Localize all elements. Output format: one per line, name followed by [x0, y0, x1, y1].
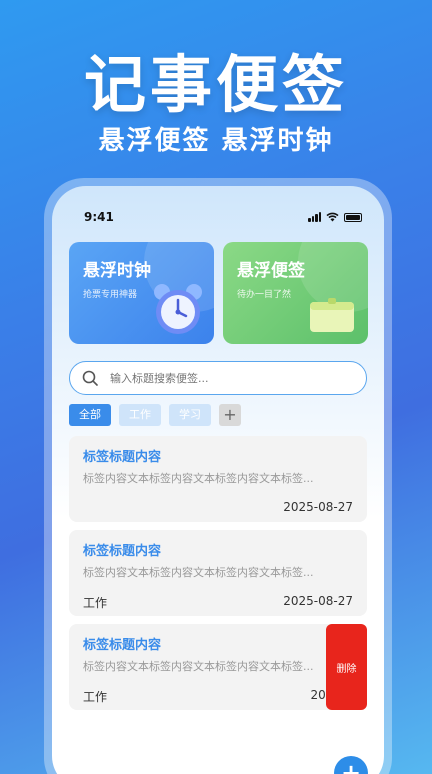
search-bar[interactable] — [69, 361, 367, 395]
floating-clock-card[interactable]: 悬浮时钟 抢票专用神器 — [69, 242, 214, 344]
note-tag: 工作 — [83, 690, 108, 704]
tab-all[interactable]: 全部 — [69, 404, 111, 426]
note-date: 2025-08-27 — [283, 594, 353, 608]
search-icon — [82, 370, 98, 386]
tab-work[interactable]: 工作 — [119, 404, 161, 426]
note-card[interactable]: 标签标题内容 标签内容文本标签内容文本标签内容文本标签... 2025-08-2… — [69, 436, 367, 522]
note-content: 标签内容文本标签内容文本标签内容文本标签... — [83, 660, 314, 673]
note-title: 标签标题内容 — [83, 544, 162, 559]
phone-frame: 9:41 悬浮时钟 抢票专用神器 悬浮便签 待办一目了然 输入标题搜索便签...… — [44, 178, 392, 774]
note-tag: 工作 — [83, 596, 108, 610]
search-input[interactable] — [110, 371, 350, 385]
status-icons — [308, 212, 362, 222]
tab-study[interactable]: 学习 — [169, 404, 211, 426]
sticky-note-icon — [310, 298, 354, 332]
status-bar: 9:41 — [84, 208, 362, 226]
hero-subtitle: 悬浮便签 悬浮时钟 — [98, 126, 334, 156]
add-tag-button[interactable]: + — [219, 404, 241, 426]
tag-tabs: 全部 工作 学习 + — [69, 404, 241, 426]
hero-title: 记事便签 — [83, 48, 348, 121]
status-time: 9:41 — [84, 210, 114, 224]
note-title: 标签标题内容 — [83, 450, 162, 465]
floating-note-card[interactable]: 悬浮便签 待办一目了然 — [223, 242, 368, 344]
note-date: 2025-08-27 — [283, 500, 353, 514]
battery-icon — [344, 212, 362, 222]
note-content: 标签内容文本标签内容文本标签内容文本标签... — [83, 472, 314, 485]
add-note-button[interactable]: + — [334, 756, 368, 774]
wifi-icon — [326, 212, 339, 222]
note-title: 标签标题内容 — [83, 638, 162, 653]
note-card[interactable]: 标签标题内容 标签内容文本标签内容文本标签内容文本标签... 工作 2025-0… — [69, 530, 367, 616]
delete-button[interactable]: 删除 — [326, 624, 367, 710]
note-card[interactable]: 标签标题内容 标签内容文本标签内容文本标签内容文本标签... 工作 2025-0 — [69, 624, 367, 710]
card-title: 悬浮便签 — [237, 261, 305, 281]
card-title: 悬浮时钟 — [83, 261, 151, 281]
app-screen: 9:41 悬浮时钟 抢票专用神器 悬浮便签 待办一目了然 输入标题搜索便签...… — [52, 186, 384, 774]
alarm-clock-icon — [154, 284, 202, 334]
signal-icon — [308, 212, 321, 222]
note-content: 标签内容文本标签内容文本标签内容文本标签... — [83, 566, 314, 579]
